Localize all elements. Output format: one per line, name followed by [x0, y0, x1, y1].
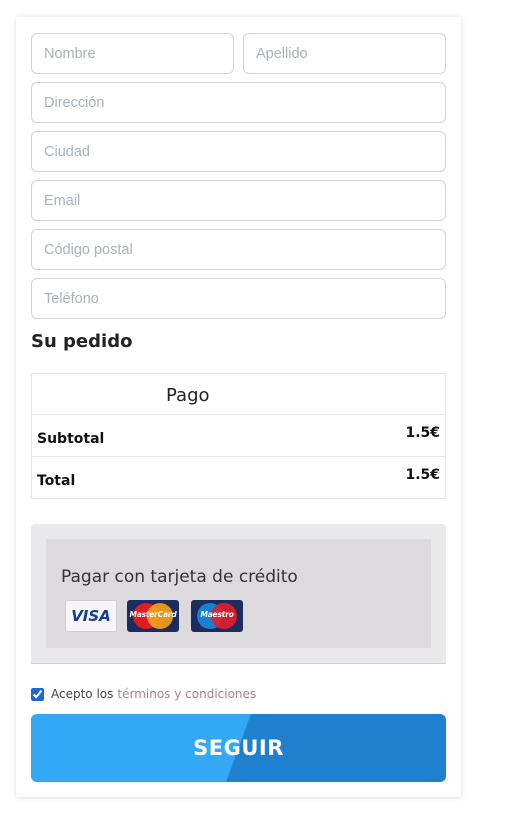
terms-prefix: Acepto los: [51, 687, 114, 701]
address-field[interactable]: [31, 82, 446, 123]
phone-field[interactable]: [31, 278, 446, 319]
email-field[interactable]: [31, 180, 446, 221]
order-title: Su pedido: [31, 331, 133, 352]
order-header-label: Pago: [166, 385, 210, 406]
terms-link[interactable]: términos y condiciones: [117, 687, 256, 701]
credit-card-label: Pagar con tarjeta de crédito: [61, 567, 298, 587]
total-amount: 1.5€: [405, 467, 440, 483]
maestro-logo-icon: Maestro: [191, 600, 243, 632]
subtotal-label: Subtotal: [37, 431, 105, 447]
table-row: Subtotal 1.5€: [32, 415, 445, 457]
subtotal-amount: 1.5€: [405, 425, 440, 441]
payment-method-box[interactable]: Pagar con tarjeta de crédito VISA Master…: [31, 524, 446, 664]
order-summary-table: Pago Subtotal 1.5€ Total 1.5€: [31, 373, 446, 499]
last-name-field[interactable]: [243, 33, 446, 74]
continue-button[interactable]: SEGUIR: [31, 714, 446, 782]
terms-row[interactable]: Acepto los términos y condiciones: [31, 686, 256, 702]
first-name-field[interactable]: [31, 33, 234, 74]
mastercard-logo-icon: MasterCard: [127, 600, 179, 632]
city-field[interactable]: [31, 131, 446, 172]
postal-code-field[interactable]: [31, 229, 446, 270]
terms-checkbox[interactable]: [31, 687, 44, 701]
table-row: Total 1.5€: [32, 457, 445, 499]
continue-button-label: SEGUIR: [193, 736, 284, 760]
checkout-card: Su pedido Pago Subtotal 1.5€ Total 1.5€ …: [16, 17, 461, 797]
order-table-header: Pago: [32, 374, 445, 415]
credit-card-option[interactable]: Pagar con tarjeta de crédito VISA Master…: [46, 539, 431, 648]
total-label: Total: [37, 473, 76, 489]
visa-logo-icon: VISA: [65, 600, 117, 632]
